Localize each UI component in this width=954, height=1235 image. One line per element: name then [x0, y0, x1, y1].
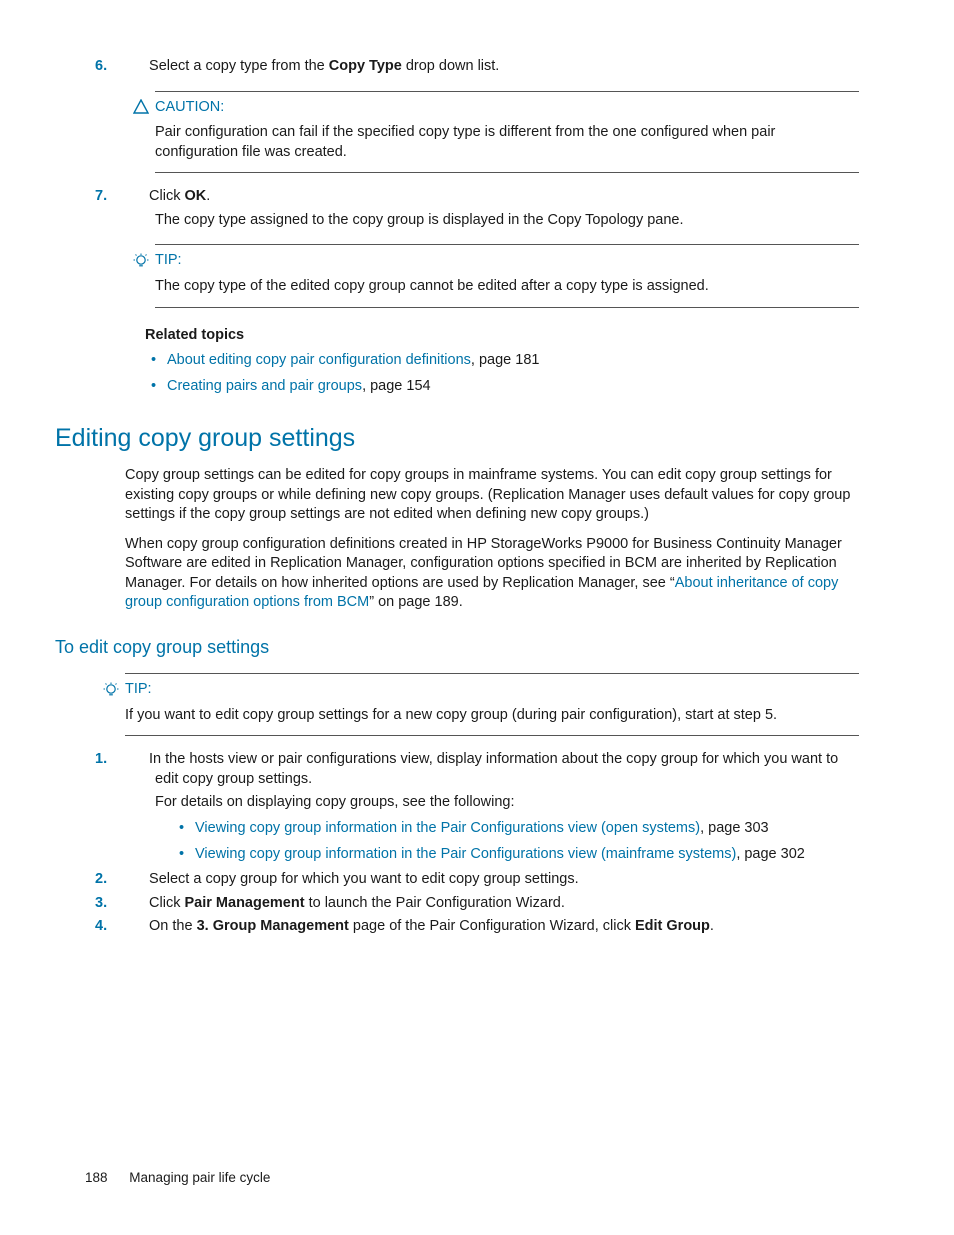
edit-step-4: 4. On the 3. Group Management page of th… — [125, 917, 859, 937]
subsection-heading: To edit copy group settings — [55, 635, 859, 659]
edit-step-3-text: Click Pair Management to launch the Pair… — [149, 895, 565, 911]
caution-icon — [133, 99, 149, 115]
edit-step-2: 2. Select a copy group for which you wan… — [125, 870, 859, 890]
related-topics-heading: Related topics — [145, 326, 859, 346]
edit-step-1-text: In the hosts view or pair configurations… — [149, 751, 838, 787]
edit-step-3-number: 3. — [125, 894, 145, 914]
tip-icon — [103, 682, 119, 698]
related-item-2: Creating pairs and pair groups, page 154 — [151, 377, 859, 397]
step-6-number: 6. — [125, 57, 145, 77]
section-heading: Editing copy group settings — [55, 422, 859, 456]
tip-icon — [133, 253, 149, 269]
page-number: 188 — [85, 1170, 108, 1185]
sublist-item-1: Viewing copy group information in the Pa… — [179, 819, 859, 839]
edit-step-3: 3. Click Pair Management to launch the P… — [125, 894, 859, 914]
step-7-text: Click OK. — [149, 188, 210, 204]
edit-step-4-text: On the 3. Group Management page of the P… — [149, 918, 714, 934]
step-7: 7. Click OK. — [125, 187, 859, 207]
para-1: Copy group settings can be edited for co… — [125, 466, 859, 525]
tip-1-header: TIP: — [133, 251, 859, 271]
edit-step-1: 1. In the hosts view or pair configurati… — [125, 750, 859, 789]
tip-1-body: The copy type of the edited copy group c… — [155, 277, 859, 297]
step-7-under: The copy type assigned to the copy group… — [155, 211, 859, 231]
sublist-link-2[interactable]: Viewing copy group information in the Pa… — [195, 846, 736, 862]
sublist-link-1[interactable]: Viewing copy group information in the Pa… — [195, 820, 700, 836]
edit-step-1-number: 1. — [125, 750, 145, 770]
edit-step-2-text: Select a copy group for which you want t… — [149, 871, 579, 887]
edit-step-1-under: For details on displaying copy groups, s… — [155, 793, 859, 813]
caution-callout: CAUTION: Pair configuration can fail if … — [155, 91, 859, 174]
tip-callout-1: TIP: The copy type of the edited copy gr… — [155, 244, 859, 307]
step-7-number: 7. — [125, 187, 145, 207]
page-footer: 188 Managing pair life cycle — [85, 1169, 270, 1187]
related-topics-list: About editing copy pair configuration de… — [151, 351, 859, 396]
related-link-1[interactable]: About editing copy pair configuration de… — [167, 352, 471, 368]
caution-header: CAUTION: — [133, 98, 859, 118]
tip-2-header: TIP: — [103, 680, 859, 700]
step-6: 6. Select a copy type from the Copy Type… — [125, 57, 859, 77]
caution-body: Pair configuration can fail if the speci… — [155, 123, 859, 162]
tip-callout-2: TIP: If you want to edit copy group sett… — [125, 673, 859, 736]
tip-label: TIP: — [125, 680, 152, 700]
tip-label: TIP: — [155, 251, 182, 271]
related-item-1: About editing copy pair configuration de… — [151, 351, 859, 371]
sublist-item-2: Viewing copy group information in the Pa… — [179, 845, 859, 865]
tip-2-body: If you want to edit copy group settings … — [125, 706, 859, 726]
edit-step-2-number: 2. — [125, 870, 145, 890]
step-6-text: Select a copy type from the Copy Type dr… — [149, 58, 499, 74]
caution-label: CAUTION: — [155, 98, 224, 118]
footer-title: Managing pair life cycle — [129, 1170, 270, 1185]
edit-step-1-sublist: Viewing copy group information in the Pa… — [179, 819, 859, 864]
related-link-2[interactable]: Creating pairs and pair groups — [167, 378, 362, 394]
para-2: When copy group configuration definition… — [125, 535, 859, 613]
edit-step-4-number: 4. — [125, 917, 145, 937]
